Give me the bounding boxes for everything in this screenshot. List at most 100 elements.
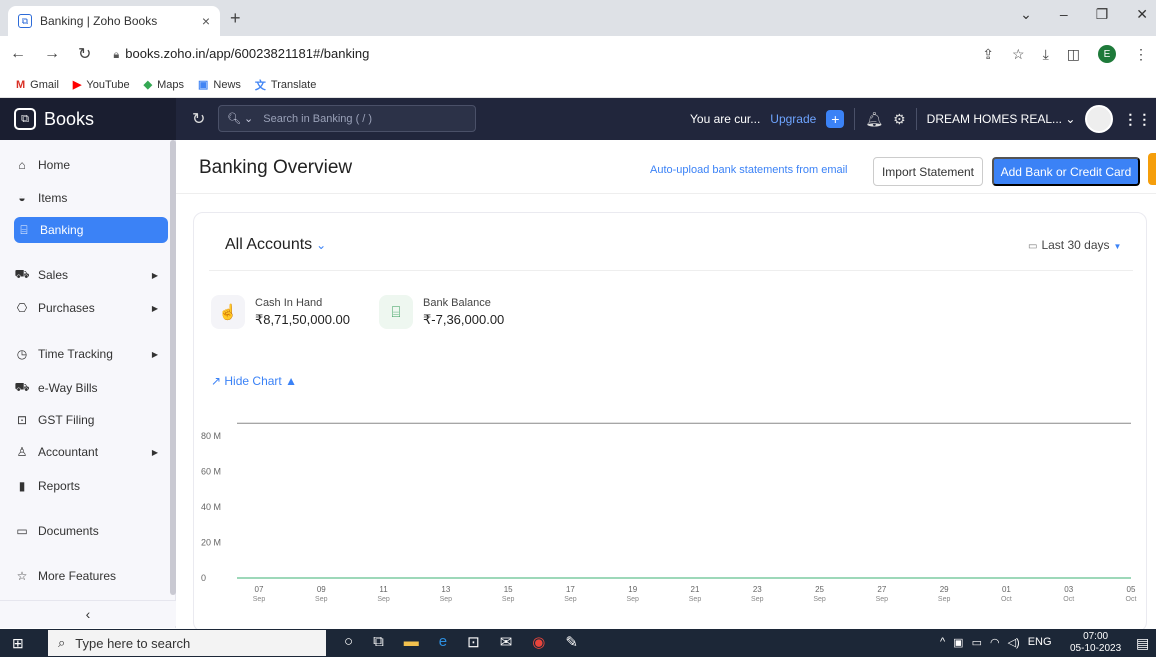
download-icon[interactable]: ⤓ [1043,46,1049,63]
taskbar-search-input[interactable]: ⌕ Type here to search [48,630,326,656]
x-tick-day: 01 [1002,585,1011,594]
sidebar-item-reports[interactable]: ▮ Reports [14,473,168,499]
user-avatar[interactable] [1085,105,1114,133]
chrome-icon[interactable]: ◉ [532,633,545,651]
tab-title: Banking | Zoho Books [40,14,158,28]
minimize-icon[interactable]: – [1060,6,1068,23]
wifi-icon[interactable]: ◠ [990,636,1000,649]
share-icon[interactable]: ⇪ [982,46,994,63]
sidebar-item-gst-filing[interactable]: ⊡ GST Filing [14,407,168,433]
mail-icon[interactable]: ✉ [500,633,513,651]
sidebar-scrollbar[interactable] [170,140,176,595]
search-input[interactable]: 🔍︎ ⌄ Search in Banking ( / ) [218,105,476,132]
sidebar-item-label: Purchases [38,301,95,315]
task-view-icon[interactable]: ⧉ [373,633,384,651]
restore-icon[interactable]: ❐ [1096,6,1109,23]
sidebar-item-accountant[interactable]: ♙ Accountant ▶ [14,439,168,465]
reload-icon[interactable]: ↻ [78,44,91,64]
bookmark-maps[interactable]: ◆ Maps [144,78,184,92]
x-tick-day: 17 [566,585,575,594]
language-indicator[interactable]: ENG [1028,636,1052,649]
bookmark-translate[interactable]: 文 Translate [255,77,316,93]
brand-logo[interactable]: ⧉ Books [0,98,176,140]
bank-icon: ⌸ [20,222,28,237]
sidebar-item-home[interactable]: ⌂ Home [14,152,168,178]
auto-upload-link[interactable]: Auto-upload bank statements from email [650,164,848,176]
forward-arrow-icon[interactable]: → [44,45,60,63]
sidebar-item-items[interactable]: ◒ Items [14,185,168,211]
x-tick-month: Sep [626,596,639,603]
close-window-icon[interactable]: ✕ [1136,6,1148,23]
taskbar-search-placeholder: Type here to search [75,635,191,651]
import-statement-button[interactable]: Import Statement [873,157,983,186]
system-clock[interactable]: 07:00 05-10-2023 [1070,631,1121,655]
sidebar-item-banking[interactable]: ⌸ Banking [14,217,168,243]
x-tick-day: 07 [255,585,264,594]
x-tick-month: Sep [751,596,764,603]
x-tick-month: Oct [1063,596,1074,603]
menu-kebab-icon[interactable]: ⋮ [1134,46,1148,63]
sidebar-item-more-features[interactable]: ☆ More Features [14,563,168,589]
page-title: Banking Overview [199,157,353,178]
file-explorer-icon[interactable]: ▬ [404,633,419,651]
folder-icon: ▭ [16,524,28,538]
date-range-selector[interactable]: ▭ Last 30 days ▼ [1028,238,1121,252]
side-panel-icon[interactable]: ◫ [1067,46,1080,63]
quick-create-button[interactable]: + [826,110,845,128]
window-controls: ⌄ – ❐ ✕ [1020,6,1148,23]
bookmark-star-icon[interactable]: ☆ [1012,46,1025,63]
add-bank-button[interactable]: Add Bank or Credit Card [992,157,1140,186]
edge-icon[interactable]: e [439,633,447,651]
sidebar-item-time-tracking[interactable]: ◷ Time Tracking ▶ [14,341,168,367]
notification-bell-icon[interactable]: 🔔︎ [865,111,883,128]
network-icon[interactable]: ▣ [953,636,963,649]
tab-search-icon[interactable]: ⌄ [1020,6,1032,23]
divider [915,108,917,130]
refresh-icon[interactable]: ↻ [192,109,205,129]
stat-value: ₹-7,36,000.00 [423,311,505,327]
settings-gear-icon[interactable]: ⚙ [893,111,906,128]
sidebar-item-documents[interactable]: ▭ Documents [14,518,168,544]
sidebar-item-label: Banking [40,223,84,237]
cortana-icon[interactable]: ○ [344,633,353,651]
profile-avatar[interactable]: E [1098,45,1116,63]
windows-start-icon[interactable]: ⊞ [12,635,24,652]
search-icon[interactable]: 🔍︎ ⌄ [227,112,253,125]
clock-icon: ◷ [16,347,28,361]
tray-chevron-icon[interactable]: ^ [940,636,945,649]
account-selector[interactable]: All Accounts ⌄ [225,236,326,254]
paint-icon[interactable]: ✎ [565,633,578,651]
x-tick-day: 11 [379,585,388,594]
new-tab-button[interactable]: + [230,8,241,29]
url-field[interactable]: 🔒︎ books.zoho.in/app/60023821181#/banking [113,46,369,62]
star-icon: ☆ [16,569,28,583]
volume-icon[interactable]: ◁) [1008,636,1020,649]
bookmark-label: Maps [157,78,184,91]
trial-status: You are cur... [690,112,761,126]
search-icon: ⌕ [58,635,66,650]
app-grid-icon[interactable]: ⋮⋮ [1123,111,1151,128]
sidebar-item-sales[interactable]: ⛟ Sales ▶ [14,262,168,288]
sidebar-item-eway-bills[interactable]: ⛟ e-Way Bills [14,375,168,401]
hide-chart-label: Hide Chart [224,374,282,388]
battery-icon[interactable]: ▭ [972,636,982,649]
upgrade-link[interactable]: Upgrade [770,112,816,126]
x-tick-month: Sep [440,596,453,603]
notification-center-icon[interactable]: ▤ [1136,635,1149,652]
tab-close-icon[interactable]: × [202,13,210,29]
back-arrow-icon[interactable]: ← [10,45,26,63]
x-tick-month: Sep [564,596,577,603]
sidebar-collapse-button[interactable]: ‹ [0,600,176,626]
bookmark-youtube[interactable]: ▶ YouTube [73,78,130,92]
bookmark-news[interactable]: ▣ News [198,78,241,92]
organization-switcher[interactable]: DREAM HOMES REAL... ⌄ [927,112,1076,126]
browser-tab[interactable]: ⧉ Banking | Zoho Books × [8,6,220,36]
store-icon[interactable]: ⊡ [467,633,480,651]
bookmark-label: Translate [270,78,317,91]
more-actions-button[interactable] [1148,153,1156,185]
bookmark-label: YouTube [86,78,130,91]
sidebar-item-label: GST Filing [38,413,95,427]
sidebar-item-purchases[interactable]: ⎔ Purchases ▶ [14,295,168,321]
bookmark-gmail[interactable]: M Gmail [16,79,59,91]
hide-chart-toggle[interactable]: ↗ Hide Chart ▲ [211,374,297,388]
